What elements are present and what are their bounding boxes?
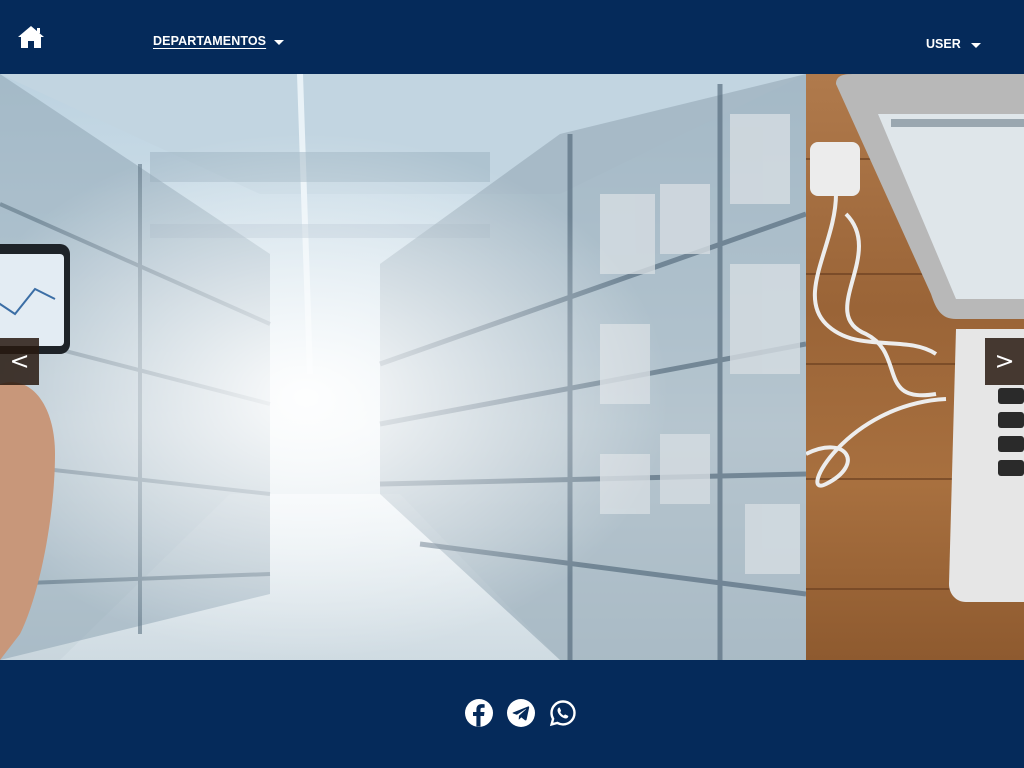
home-icon — [18, 26, 44, 48]
telegram-icon — [507, 699, 535, 727]
carousel-next-button[interactable]: > — [985, 338, 1024, 385]
hero-carousel: < > — [0, 74, 1024, 660]
user-dropdown[interactable]: USER — [926, 37, 981, 51]
carousel-prev-button[interactable]: < — [0, 338, 39, 385]
top-navbar: DEPARTAMENTOS USER — [0, 0, 1024, 74]
departments-dropdown[interactable]: DEPARTAMENTOS — [153, 34, 285, 48]
facebook-icon — [465, 699, 493, 727]
chevron-down-icon — [274, 39, 285, 45]
telegram-link[interactable] — [507, 699, 535, 727]
user-label: USER — [926, 37, 961, 51]
home-button[interactable] — [17, 25, 45, 49]
footer — [0, 660, 1024, 768]
facebook-link[interactable] — [465, 699, 493, 727]
whatsapp-link[interactable] — [549, 699, 577, 727]
chevron-down-icon — [970, 42, 981, 48]
whatsapp-icon — [549, 700, 576, 727]
departments-label: DEPARTAMENTOS — [153, 34, 267, 48]
warehouse-image — [0, 74, 806, 660]
carousel-slide-warehouse — [0, 74, 806, 660]
